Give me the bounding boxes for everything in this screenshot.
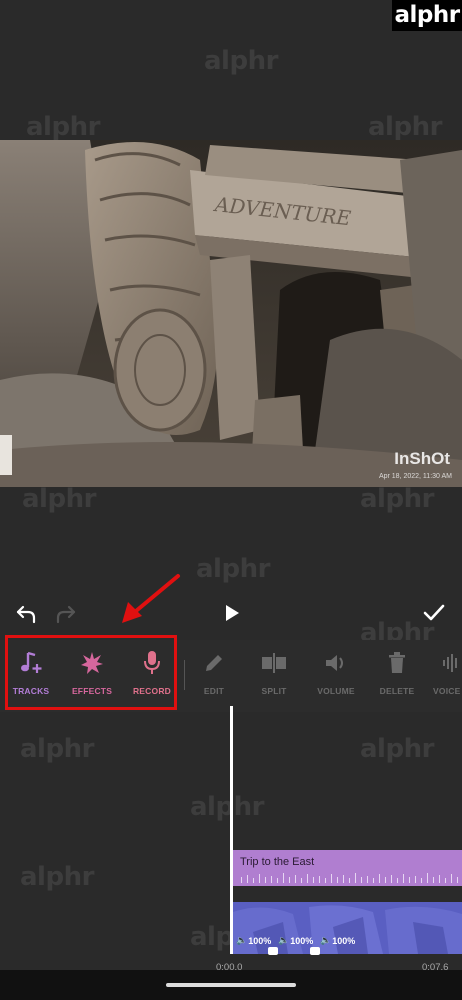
annotation-highlight-box: [5, 635, 177, 710]
watermark: alphr: [20, 734, 94, 764]
pencil-icon: [203, 650, 225, 676]
transition-handle[interactable]: [268, 947, 278, 955]
volume-button[interactable]: VOLUME: [314, 640, 358, 712]
split-icon: [261, 650, 287, 676]
speaker-icon: 🔈: [236, 935, 248, 945]
transition-handle[interactable]: [310, 947, 320, 955]
trash-icon: [388, 650, 406, 676]
undo-icon[interactable]: [12, 600, 40, 628]
speaker-icon: 🔈: [320, 935, 332, 945]
volume-icon: [324, 650, 348, 676]
watermark: alphr: [20, 862, 94, 892]
watermark: alphr: [368, 112, 442, 142]
music-clip-title: Trip to the East: [240, 856, 315, 868]
video-frame-image: ADVENTURE: [0, 140, 462, 487]
clip-volume-label: 🔈 100%: [278, 935, 314, 946]
watermark: alphr: [360, 734, 434, 764]
playhead[interactable]: [230, 706, 233, 954]
video-thumbnails: [233, 902, 462, 954]
voice-effect-button[interactable]: VOICE E: [428, 640, 462, 712]
voice-effect-icon: [441, 650, 461, 676]
annotation-arrow: [122, 574, 180, 623]
clip-volume-label: 🔈 100%: [320, 935, 356, 946]
delete-button[interactable]: DELETE: [376, 640, 418, 712]
alphr-logo: alphr: [392, 0, 462, 31]
edit-button[interactable]: EDIT: [194, 640, 234, 712]
watermark: alphr: [190, 792, 264, 822]
video-date-stamp: Apr 18, 2022, 11:30 AM: [378, 473, 452, 480]
inshot-watermark: InShOt: [394, 449, 450, 468]
redo-icon[interactable]: [52, 600, 80, 628]
watermark: alphr: [360, 484, 434, 514]
checkmark-icon[interactable]: [420, 600, 448, 626]
watermark: alphr: [204, 46, 278, 76]
speaker-icon: 🔈: [278, 935, 290, 945]
watermark: alphr: [26, 112, 100, 142]
video-track-clip[interactable]: [233, 902, 462, 954]
video-preview[interactable]: ADVENTURE InShOt Apr 18, 2022, 11:30 AM: [0, 140, 462, 487]
clip-volume-label: 🔈 100%: [236, 935, 272, 946]
watermark: alphr: [22, 484, 96, 514]
watermark: alphr: [196, 554, 270, 584]
split-button[interactable]: SPLIT: [254, 640, 294, 712]
play-icon[interactable]: [219, 600, 245, 626]
home-gesture-handle[interactable]: [166, 983, 296, 987]
tool-divider: [184, 660, 185, 690]
